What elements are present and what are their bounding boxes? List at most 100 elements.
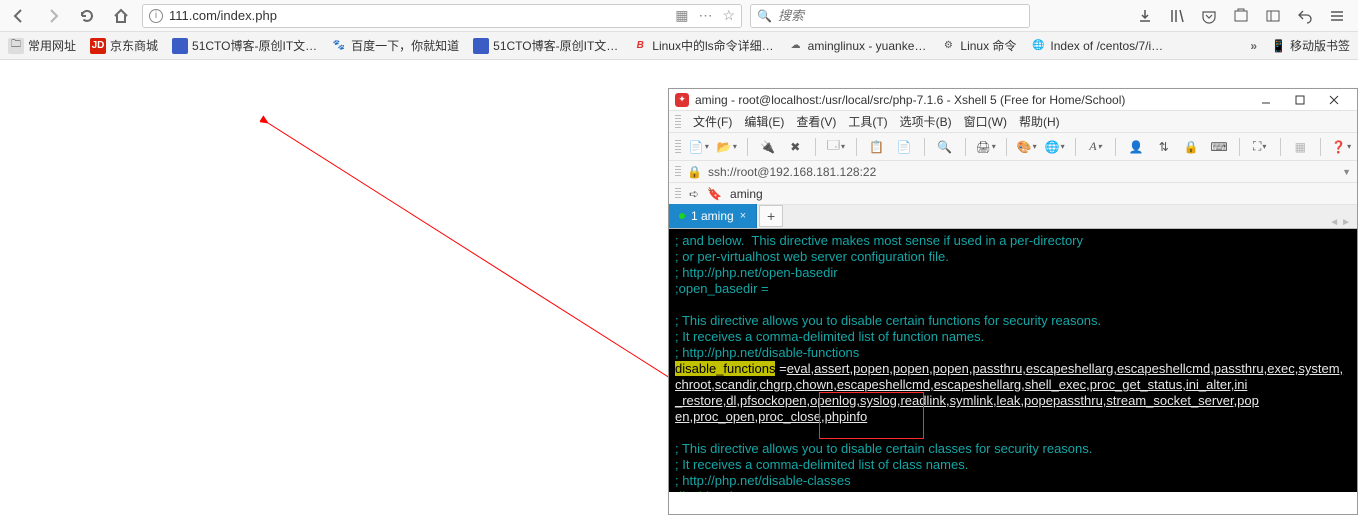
term-text: _restore,dl,pfsockopen,openlog,syslog,re… bbox=[675, 393, 1259, 408]
url-bar[interactable]: i ▦ ⋯ ☆ bbox=[142, 4, 742, 28]
browser-actions bbox=[1136, 7, 1352, 25]
gripper-icon[interactable] bbox=[675, 115, 681, 129]
tab-next-icon[interactable]: ► bbox=[1341, 217, 1351, 228]
keyboard-icon[interactable]: ⌨ bbox=[1209, 137, 1229, 157]
term-line: ; This directive allows you to disable c… bbox=[675, 313, 1101, 328]
menu-window[interactable]: 窗口(W) bbox=[964, 113, 1007, 130]
bookmark-label: Index of /centos/7/i… bbox=[1050, 39, 1163, 53]
menu-help[interactable]: 帮助(H) bbox=[1019, 113, 1060, 130]
xshell-title: aming - root@localhost:/usr/local/src/ph… bbox=[695, 93, 1249, 107]
screenshot-icon[interactable] bbox=[1232, 7, 1250, 25]
add-tab-button[interactable]: + bbox=[759, 205, 783, 227]
transfer-icon[interactable]: ⇅ bbox=[1154, 137, 1174, 157]
bookmark-label: 常用网址 bbox=[28, 37, 76, 54]
copy-icon[interactable]: 📋 bbox=[867, 137, 887, 157]
qr-icon[interactable]: ▦ bbox=[675, 7, 688, 24]
paste-icon[interactable]: 📄 bbox=[894, 137, 914, 157]
terminal[interactable]: ; and below. This directive makes most s… bbox=[669, 229, 1357, 492]
address-text[interactable]: ssh://root@192.168.181.128:22 bbox=[708, 165, 876, 179]
bookmark-item[interactable]: 🐾百度一下，你就知道 bbox=[331, 37, 459, 54]
bookmark-item[interactable]: BLinux中的ls命令详细… bbox=[632, 37, 773, 54]
bookmark-label: 51CTO博客-原创IT文… bbox=[493, 37, 618, 54]
menu-view[interactable]: 查看(V) bbox=[796, 113, 836, 130]
disconnect-icon[interactable]: ✖ bbox=[785, 137, 805, 157]
bookmark-item[interactable]: 51CTO博客-原创IT文… bbox=[172, 37, 317, 54]
favicon: ⚙ bbox=[940, 38, 956, 54]
mobile-bookmarks[interactable]: 📱移动版书签 bbox=[1271, 37, 1350, 54]
new-session-icon[interactable]: 📄 bbox=[689, 137, 709, 157]
term-highlight: disable_functions bbox=[675, 361, 775, 376]
xshell-address-bar: 🔒 ssh://root@192.168.181.128:22 ▼ bbox=[669, 161, 1357, 183]
lock-icon: 🔒 bbox=[687, 165, 702, 179]
library-icon[interactable] bbox=[1168, 7, 1186, 25]
more-icon[interactable]: ⋯ bbox=[698, 7, 712, 24]
forward-button[interactable] bbox=[40, 3, 66, 29]
overflow-icon[interactable]: » bbox=[1250, 39, 1257, 53]
bookmark-session-icon[interactable]: 🔖 bbox=[707, 187, 722, 201]
favicon: ☁ bbox=[788, 38, 804, 54]
pocket-icon[interactable] bbox=[1200, 7, 1218, 25]
menu-icon[interactable] bbox=[1328, 7, 1346, 25]
info-icon[interactable]: i bbox=[149, 9, 163, 23]
reload-button[interactable] bbox=[74, 3, 100, 29]
color-icon[interactable]: 🎨 bbox=[1017, 137, 1037, 157]
folder-icon: 🗀 bbox=[8, 38, 24, 54]
url-input[interactable] bbox=[169, 8, 669, 23]
gripper-icon[interactable] bbox=[675, 188, 681, 200]
reconnect-icon[interactable]: 🔌 bbox=[758, 137, 778, 157]
bookmark-item[interactable]: ☁aminglinux - yuanke… bbox=[788, 38, 927, 54]
menu-edit[interactable]: 编辑(E) bbox=[744, 113, 784, 130]
fullscreen-icon[interactable]: ⛶ bbox=[1250, 137, 1270, 157]
chevron-down-icon[interactable]: ▼ bbox=[1342, 167, 1351, 177]
term-line: ; It receives a comma-delimited list of … bbox=[675, 329, 984, 344]
sidebar-icon[interactable] bbox=[1264, 7, 1282, 25]
bookmark-item[interactable]: 51CTO博客-原创IT文… bbox=[473, 37, 618, 54]
lock-icon[interactable]: 🔒 bbox=[1182, 137, 1202, 157]
minimize-button[interactable] bbox=[1249, 90, 1283, 110]
favicon: 🐾 bbox=[331, 38, 347, 54]
tab-close-icon[interactable]: × bbox=[740, 210, 746, 222]
bookmark-item[interactable]: ⚙Linux 命令 bbox=[940, 37, 1016, 54]
back-button[interactable] bbox=[6, 3, 32, 29]
tab-prev-icon[interactable]: ◄ bbox=[1329, 217, 1339, 228]
bookmark-item[interactable]: 🗀常用网址 bbox=[8, 37, 76, 54]
bookmark-star-icon[interactable]: ☆ bbox=[722, 7, 735, 24]
bookmark-item[interactable]: JD京东商城 bbox=[90, 37, 158, 54]
font-icon[interactable]: A bbox=[1086, 137, 1106, 157]
gripper-icon[interactable] bbox=[675, 166, 681, 178]
term-line: ;open_basedir = bbox=[675, 281, 769, 296]
term-line: ; http://php.net/open-basedir bbox=[675, 265, 838, 280]
search-bar[interactable]: 🔍 bbox=[750, 4, 1030, 28]
tile-icon[interactable]: ▦ bbox=[1290, 137, 1310, 157]
xshell-titlebar[interactable]: ✦ aming - root@localhost:/usr/local/src/… bbox=[669, 89, 1357, 111]
globe-icon[interactable]: 🌐 bbox=[1045, 137, 1065, 157]
bookmark-item[interactable]: 🌐Index of /centos/7/i… bbox=[1030, 38, 1163, 54]
open-session-icon[interactable]: 📂 bbox=[717, 137, 737, 157]
session-name[interactable]: aming bbox=[730, 187, 763, 201]
help-icon[interactable]: ❓ bbox=[1331, 137, 1351, 157]
undo-icon[interactable] bbox=[1296, 7, 1314, 25]
favicon bbox=[473, 38, 489, 54]
find-icon[interactable]: 🔍 bbox=[935, 137, 955, 157]
downloads-icon[interactable] bbox=[1136, 7, 1154, 25]
term-line: ; or per-virtualhost web server configur… bbox=[675, 249, 949, 264]
print-icon[interactable]: 🖨 bbox=[976, 137, 996, 157]
bookmark-label: Linux 命令 bbox=[960, 37, 1016, 54]
term-text: = bbox=[775, 361, 786, 376]
add-session-icon[interactable]: ➪ bbox=[689, 187, 699, 201]
bookmark-label: 51CTO博客-原创IT文… bbox=[192, 37, 317, 54]
search-input[interactable] bbox=[778, 8, 1023, 23]
close-button[interactable] bbox=[1317, 90, 1351, 110]
xshell-tabs: 1 aming × + ◄► bbox=[669, 205, 1357, 229]
maximize-button[interactable] bbox=[1283, 90, 1317, 110]
gripper-icon[interactable] bbox=[675, 140, 681, 154]
terminal-tab[interactable]: 1 aming × bbox=[669, 204, 757, 228]
tab-label: 1 aming bbox=[691, 209, 734, 223]
menu-tools[interactable]: 工具(T) bbox=[848, 113, 887, 130]
home-button[interactable] bbox=[108, 3, 134, 29]
menu-file[interactable]: 文件(F) bbox=[693, 113, 732, 130]
properties-icon[interactable]: 🗔 bbox=[826, 137, 846, 157]
menu-tabs[interactable]: 选项卡(B) bbox=[900, 113, 952, 130]
profile-icon[interactable]: 👤 bbox=[1126, 137, 1146, 157]
favicon: B bbox=[632, 38, 648, 54]
